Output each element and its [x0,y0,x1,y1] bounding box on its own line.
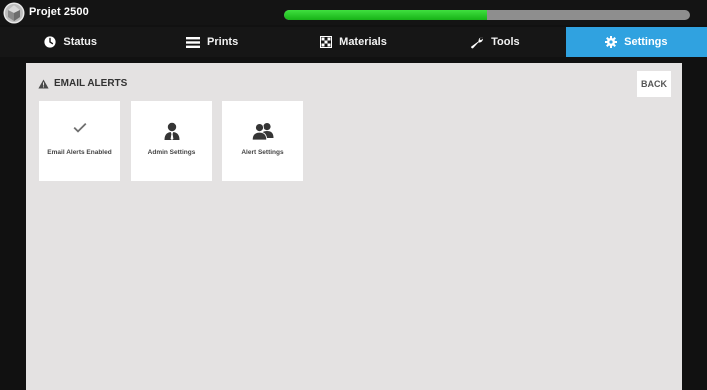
gear-icon [605,36,618,48]
page-title: EMAIL ALERTS [38,78,127,89]
back-button[interactable]: BACK [637,71,671,97]
tab-materials[interactable]: Materials [283,27,424,57]
app-title: Projet 2500 [29,6,89,18]
checkmark-icon [39,122,120,142]
admin-settings-label: Admin Settings [147,149,196,156]
page-title-text: EMAIL ALERTS [54,78,128,89]
tab-status-label: Status [63,36,98,48]
tab-materials-label: Materials [339,36,387,48]
tab-tools-label: Tools [491,36,520,48]
email-alerts-enabled-tile[interactable]: Email Alerts Enabled [39,101,120,181]
email-alerts-enabled-label: Email Alerts Enabled [47,149,112,156]
admin-settings-tile[interactable]: Admin Settings [131,101,212,181]
tab-prints[interactable]: Prints [141,27,282,57]
printer-logo-icon [3,2,25,24]
tab-prints-label: Prints [207,36,239,48]
wrench-icon [470,36,484,49]
tab-settings[interactable]: Settings [565,27,707,57]
clock-icon [44,36,56,48]
tab-tools[interactable]: Tools [424,27,565,57]
list-icon [186,36,201,48]
tab-status[interactable]: Status [0,27,141,57]
warning-triangle-icon [38,79,49,89]
alert-settings-label: Alert Settings [241,149,284,156]
tab-settings-label: Settings [624,36,668,48]
print-progress-fill [284,10,487,20]
people-icon [222,122,303,142]
person-icon [131,122,212,142]
checkered-box-icon [320,36,333,48]
email-alerts-panel: EMAIL ALERTS BACK Email Alerts Enabled A… [26,63,682,390]
title-bar: Projet 2500 [0,0,707,25]
main-tab-bar: Status Prints Materials Tools Settings [0,27,707,57]
print-progress-bar [284,10,690,20]
alert-settings-tile[interactable]: Alert Settings [222,101,303,181]
